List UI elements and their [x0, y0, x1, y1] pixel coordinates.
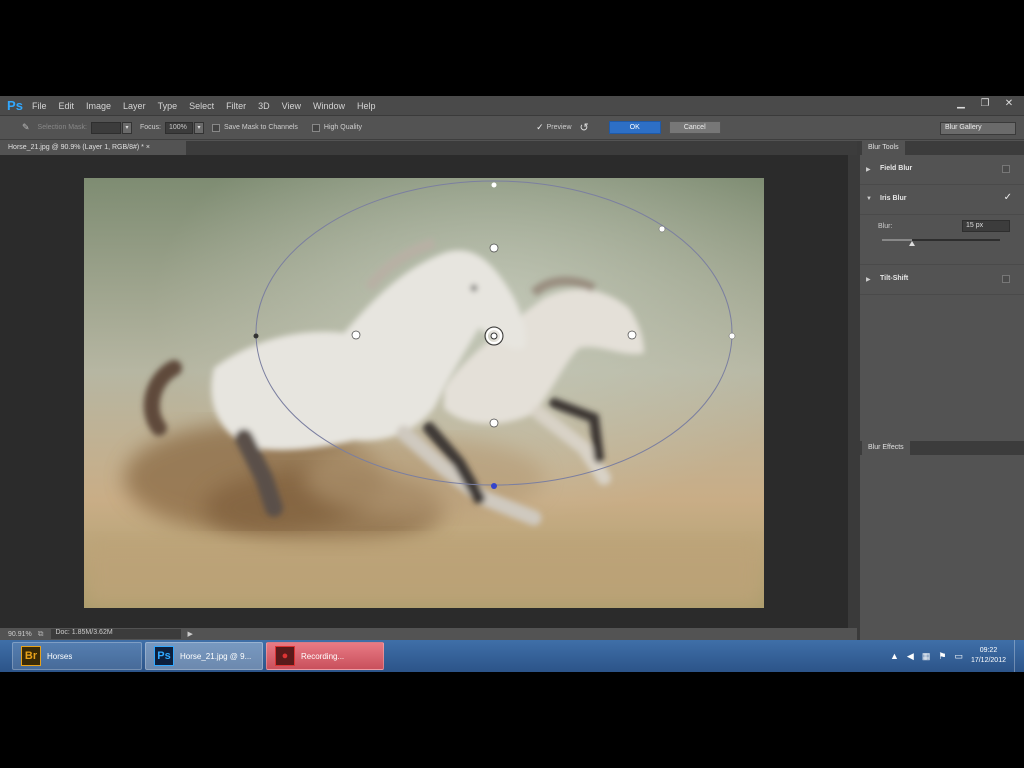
expand-triangle-icon[interactable]: ▶	[866, 276, 871, 283]
iris-blur-settings: Blur: 15 px	[860, 215, 1024, 265]
save-mask-label: Save Mask to Channels	[223, 124, 298, 131]
taskbar-bridge[interactable]: Br Horses	[12, 642, 142, 670]
restore-icon[interactable]: ❐	[978, 98, 992, 109]
focus-label: Focus:	[139, 124, 161, 131]
action-center-icon[interactable]: ▭	[954, 651, 963, 662]
clock[interactable]: 09:22 17/12/2012	[971, 646, 1006, 666]
tray-expand-icon[interactable]: ▲	[890, 651, 899, 661]
high-quality-label: High Quality	[323, 124, 363, 131]
iris-blur-checkbox[interactable]: ✓	[1004, 192, 1012, 203]
options-bar: ✎ Selection Mask: ▾ Focus: 100% ▾ Save M…	[0, 116, 1024, 140]
bridge-icon: Br	[21, 646, 41, 666]
ok-button[interactable]: OK	[608, 121, 661, 134]
blur-amount-input[interactable]: 15 px	[962, 220, 1010, 232]
tool-preset-icon[interactable]: ✎	[22, 122, 30, 133]
menu-bar: Ps File Edit Image Layer Type Select Fil…	[0, 96, 1024, 116]
blur-panels: Blur Tools ▶ Field Blur ▼ Iris Blur ✓ Bl…	[857, 141, 1024, 640]
blur-amount-label: Blur:	[878, 223, 893, 230]
blur-tools-header: Blur Tools	[860, 141, 1024, 155]
menu-filter[interactable]: Filter	[220, 101, 252, 111]
blur-effects-header: Blur Effects	[860, 441, 1024, 455]
zoom-level[interactable]: 90.91%	[8, 631, 32, 638]
field-blur-checkbox[interactable]	[1002, 165, 1010, 173]
workspace-select[interactable]: Blur Gallery	[940, 122, 1016, 135]
taskbar-recording-label: Recording...	[301, 651, 345, 661]
field-blur-label: Field Blur	[880, 165, 913, 172]
save-mask-checkbox[interactable]	[211, 123, 220, 132]
show-desktop-button[interactable]	[1014, 640, 1024, 672]
photoshop-window: Ps File Edit Image Layer Type Select Fil…	[0, 96, 1024, 672]
menu-view[interactable]: View	[276, 101, 307, 111]
clock-time: 09:22	[979, 647, 998, 654]
status-menu-arrow-icon[interactable]: ▶	[187, 630, 192, 638]
close-icon[interactable]: ✕	[1002, 98, 1016, 109]
status-bar: 90.91% ⧉ Doc: 1.85M/3.62M ▶	[0, 628, 858, 640]
reset-icon[interactable]: ↺	[580, 121, 589, 134]
blur-tool-field[interactable]: ▶ Field Blur	[860, 155, 1024, 185]
clock-date: 17/12/2012	[970, 657, 1006, 664]
photoshop-icon: Ps	[154, 646, 174, 666]
tab-blur-effects[interactable]: Blur Effects	[862, 441, 910, 455]
volume-icon[interactable]: ◀	[907, 651, 914, 662]
focus-input[interactable]: 100%	[164, 121, 193, 134]
canvas-area[interactable]	[0, 155, 858, 628]
blur-tool-tilt-shift[interactable]: ▶ Tilt-Shift	[860, 265, 1024, 295]
menu-window[interactable]: Window	[307, 101, 351, 111]
menu-file[interactable]: File	[26, 101, 53, 111]
taskbar-photoshop-label: Horse_21.jpg @ 9...	[180, 651, 252, 661]
document-tabs: Horse_21.jpg @ 90.9% (Layer 1, RGB/8#) *…	[0, 141, 858, 155]
expand-triangle-icon[interactable]: ▶	[866, 166, 871, 173]
window-controls: ▁ ❐ ✕	[954, 98, 1016, 109]
document-tab[interactable]: Horse_21.jpg @ 90.9% (Layer 1, RGB/8#) *…	[0, 141, 186, 155]
collapse-triangle-icon[interactable]: ▼	[866, 196, 872, 202]
recorder-icon: ●	[275, 646, 295, 666]
blur-tool-iris[interactable]: ▼ Iris Blur ✓	[860, 185, 1024, 215]
flag-icon[interactable]: ⚑	[938, 651, 946, 662]
selection-mask-field[interactable]	[90, 121, 121, 134]
preview-checkbox[interactable]: ✓	[536, 122, 544, 133]
taskbar-photoshop[interactable]: Ps Horse_21.jpg @ 9...	[145, 642, 263, 670]
menu-select[interactable]: Select	[183, 101, 220, 111]
taskbar: Br Horses Ps Horse_21.jpg @ 9... ● Recor…	[0, 640, 1024, 672]
doc-size: Doc: 1.85M/3.62M	[51, 629, 182, 639]
tab-blur-tools[interactable]: Blur Tools	[862, 141, 905, 155]
system-tray: ▲ ◀ ▦ ⚑ ▭ 09:22 17/12/2012	[890, 640, 1024, 672]
cancel-button[interactable]: Cancel	[668, 121, 721, 134]
preview-label: Preview	[546, 124, 572, 131]
menu-3d[interactable]: 3D	[252, 101, 276, 111]
horse-photo[interactable]	[84, 178, 764, 608]
blur-slider-thumb[interactable]	[908, 241, 915, 246]
blur-slider-fill	[882, 239, 912, 241]
status-icon[interactable]: ⧉	[38, 629, 44, 639]
menu-help[interactable]: Help	[351, 101, 382, 111]
menu-type[interactable]: Type	[152, 101, 184, 111]
menu-layer[interactable]: Layer	[117, 101, 152, 111]
horse-photo-image	[84, 178, 764, 608]
blur-slider-track[interactable]	[882, 239, 1000, 246]
photoshop-logo-icon: Ps	[7, 98, 23, 113]
tilt-shift-label: Tilt-Shift	[880, 275, 909, 282]
menu-edit[interactable]: Edit	[53, 101, 81, 111]
network-icon[interactable]: ▦	[922, 651, 931, 662]
menu-image[interactable]: Image	[80, 101, 117, 111]
focus-dropdown[interactable]: ▾	[193, 121, 204, 134]
tilt-shift-checkbox[interactable]	[1002, 275, 1010, 283]
minimize-icon[interactable]: ▁	[954, 98, 968, 109]
selection-mask-dropdown[interactable]: ▾	[121, 121, 132, 134]
iris-blur-label: Iris Blur	[880, 195, 907, 202]
taskbar-recording[interactable]: ● Recording...	[266, 642, 384, 670]
high-quality-checkbox[interactable]	[311, 123, 320, 132]
taskbar-bridge-label: Horses	[47, 651, 73, 661]
selection-mask-label: Selection Mask:	[37, 124, 87, 131]
